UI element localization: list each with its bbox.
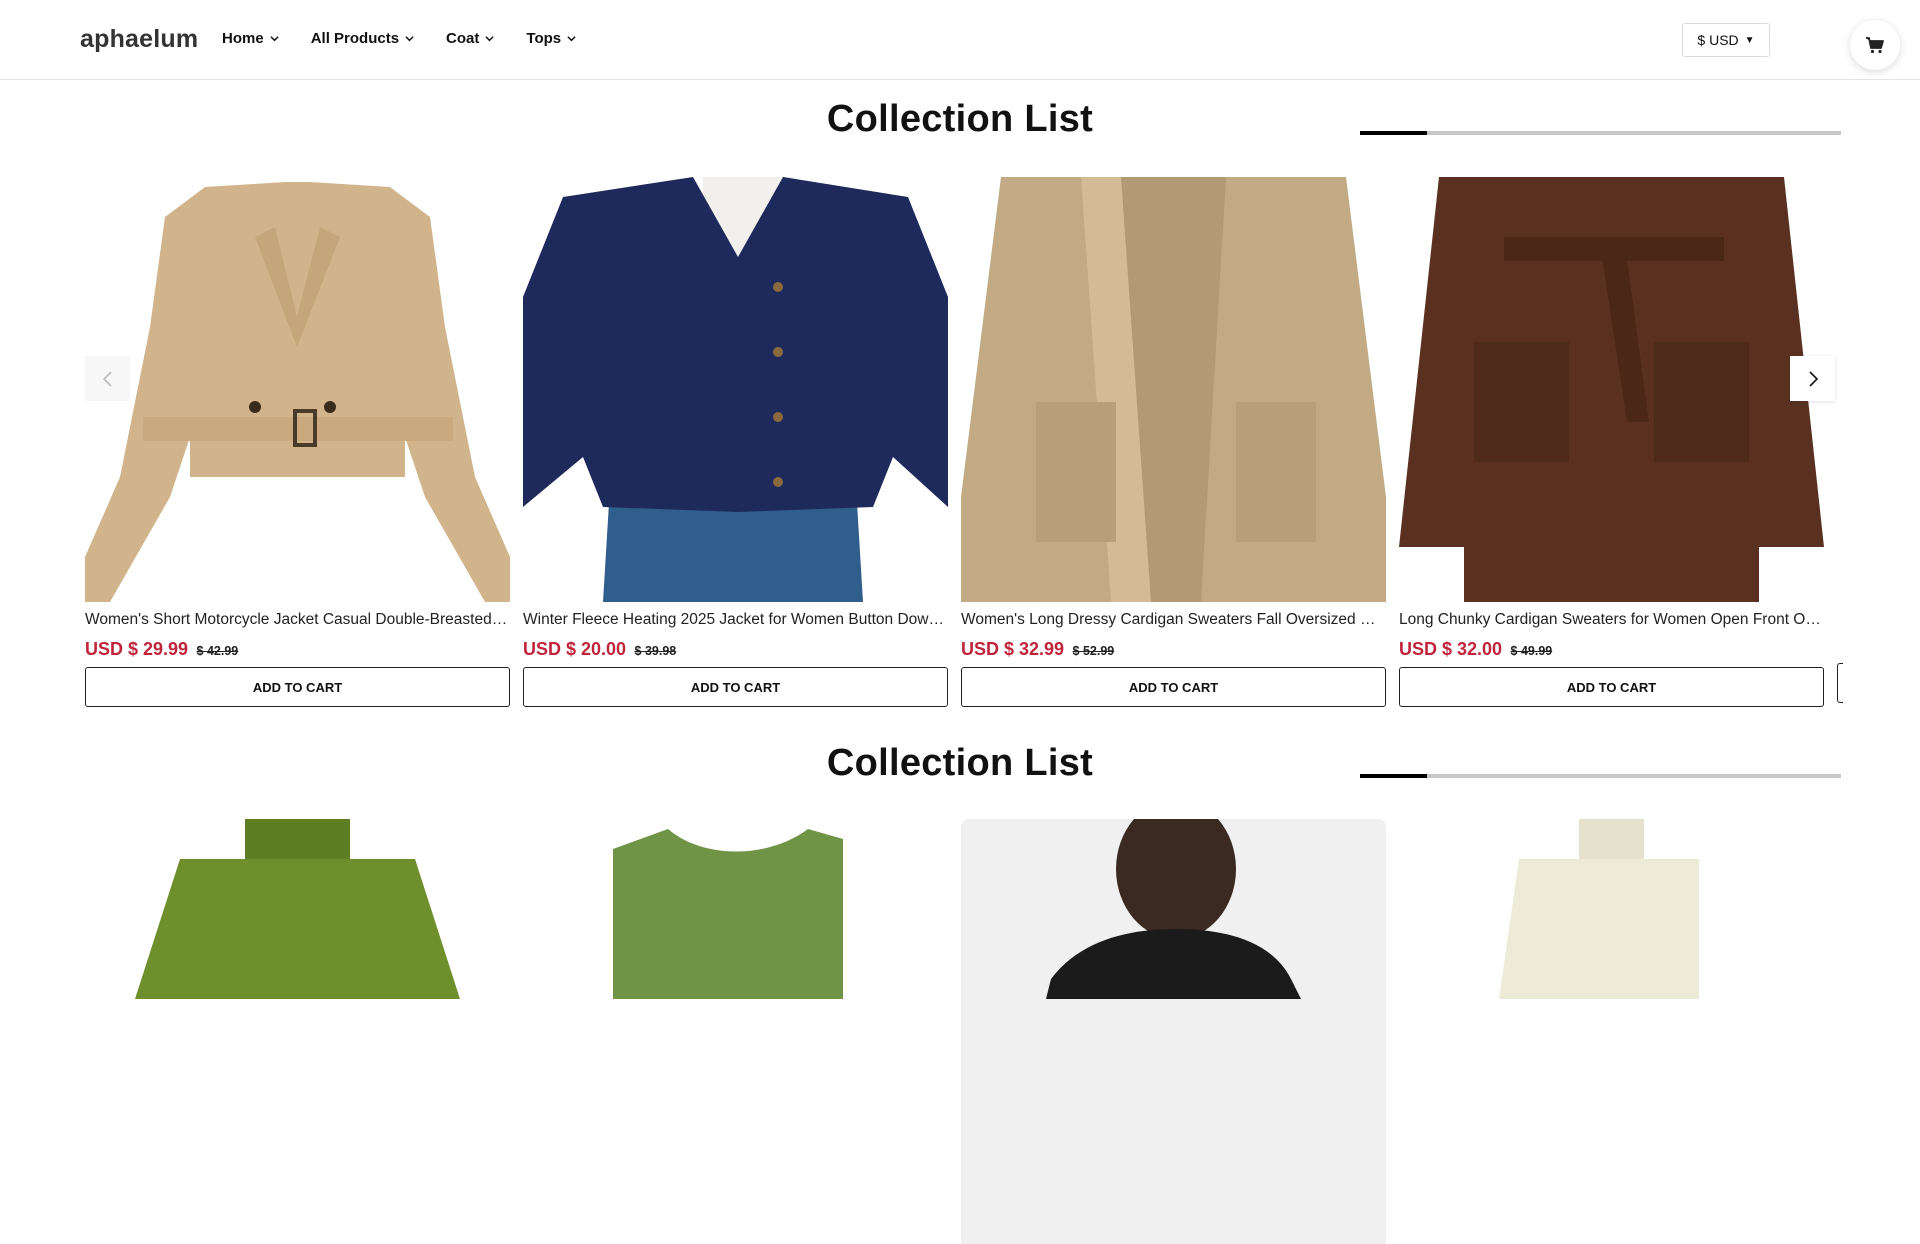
carousel-next-button[interactable] (1790, 356, 1835, 401)
product-image[interactable] (523, 819, 948, 1244)
product-prices: USD $ 32.00 $ 49.99 (1399, 639, 1552, 660)
product-image[interactable] (961, 177, 1386, 602)
belted-cardigan-image (1399, 177, 1824, 602)
product-image[interactable] (523, 177, 948, 602)
cart-icon (1866, 37, 1884, 54)
product-image[interactable] (85, 177, 510, 602)
add-to-cart-button[interactable]: ADD TO CART (523, 667, 948, 707)
product-prices: USD $ 20.00 $ 39.98 (523, 639, 676, 660)
nav-tops-label: Tops (526, 30, 562, 47)
chevron-down-icon (270, 36, 279, 42)
carousel-prev-button[interactable] (85, 356, 130, 401)
scroll-progress-bar (1360, 131, 1841, 135)
collection-section-2: Collection List (0, 722, 1920, 1244)
product-title[interactable]: Long Chunky Cardigan Sweaters for Women … (1399, 611, 1824, 629)
add-to-cart-button[interactable]: ADD TO CART (961, 667, 1386, 707)
chevron-down-icon (485, 36, 494, 42)
product-prices: USD $ 29.99 $ 42.99 (85, 639, 238, 660)
nav-all-products[interactable]: All Products (311, 30, 414, 47)
nav-coat-label: Coat (446, 30, 480, 47)
green-sweater-image (85, 819, 510, 1244)
green-knit-top-image (523, 819, 948, 1244)
product-title[interactable]: Women's Short Motorcycle Jacket Casual D… (85, 611, 510, 629)
black-top-image (961, 819, 1386, 1244)
next-card-peek (1837, 663, 1843, 703)
product-image[interactable] (1399, 177, 1824, 602)
product-title[interactable]: Women's Long Dressy Cardigan Sweaters Fa… (961, 611, 1386, 629)
store-logo[interactable]: aphaelum (80, 25, 198, 54)
cart-button[interactable] (1850, 20, 1900, 70)
section-title: Collection List (826, 742, 1094, 784)
compare-price: $ 52.99 (1072, 644, 1115, 658)
nav-home[interactable]: Home (222, 30, 279, 47)
chevron-right-icon (1808, 370, 1818, 387)
caret-down-icon: ▼ (1744, 34, 1755, 46)
sale-price: USD $ 29.99 (85, 639, 189, 659)
compare-price: $ 39.98 (634, 644, 677, 658)
collection-section-1: Collection List Women's Short Motorcycle… (0, 80, 1920, 720)
compare-price: $ 42.99 (196, 644, 239, 658)
scroll-progress-fill (1360, 774, 1428, 778)
chevron-left-icon (102, 370, 112, 387)
product-image[interactable] (1399, 819, 1824, 1244)
cream-turtleneck-image (1399, 819, 1824, 1244)
sale-price: USD $ 32.99 (961, 639, 1065, 659)
product-title[interactable]: Winter Fleece Heating 2025 Jacket for Wo… (523, 611, 948, 629)
scroll-progress-fill (1360, 131, 1428, 135)
scroll-progress-bar (1360, 774, 1841, 778)
long-cardigan-image (961, 177, 1386, 602)
nav-coat[interactable]: Coat (446, 30, 494, 47)
knit-jacket-image (523, 177, 948, 602)
chevron-down-icon (567, 36, 576, 42)
nav-all-products-label: All Products (310, 30, 400, 47)
sale-price: USD $ 20.00 (523, 639, 627, 659)
compare-price: $ 49.99 (1510, 644, 1553, 658)
trench-jacket-image (85, 177, 510, 602)
nav-home-label: Home (222, 30, 264, 47)
nav-tops[interactable]: Tops (526, 30, 576, 47)
chevron-down-icon (405, 36, 414, 42)
product-image[interactable] (85, 819, 510, 1244)
currency-selector[interactable]: $ USD ▼ (1682, 23, 1770, 57)
sale-price: USD $ 32.00 (1399, 639, 1503, 659)
add-to-cart-button[interactable]: ADD TO CART (85, 667, 510, 707)
product-prices: USD $ 32.99 $ 52.99 (961, 639, 1114, 660)
currency-label: $ USD (1697, 32, 1739, 48)
product-image[interactable] (961, 819, 1386, 1244)
add-to-cart-button[interactable]: ADD TO CART (1399, 667, 1824, 707)
main-nav: Home All Products Coat Tops (222, 30, 608, 47)
site-header: aphaelum Home All Products Coat Tops $ U… (0, 0, 1920, 80)
